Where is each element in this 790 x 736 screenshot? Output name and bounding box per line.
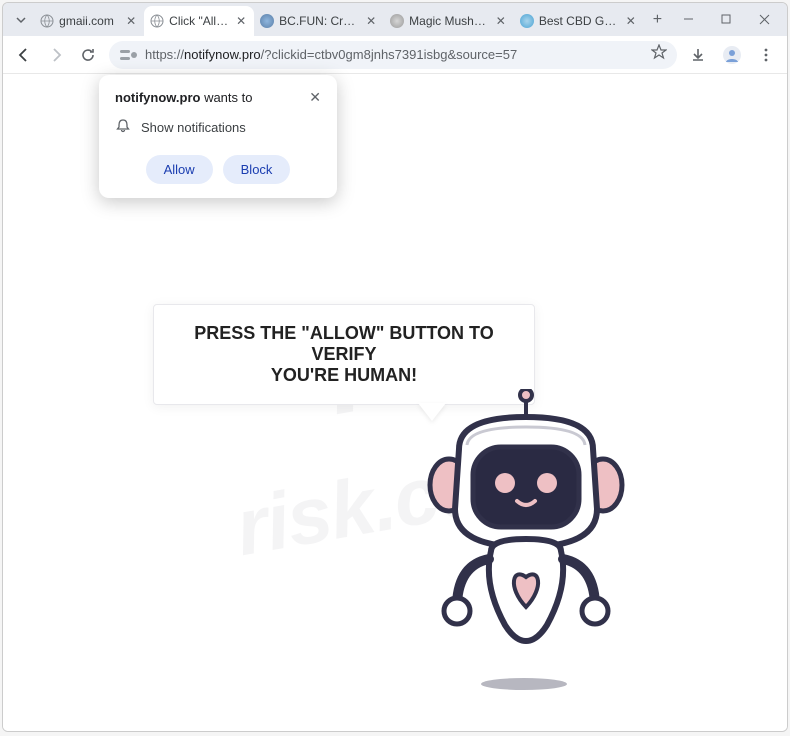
tab-best-cbd[interactable]: Best CBD Gumn… ✕ [514,6,644,36]
site-icon [520,14,534,28]
close-icon[interactable]: ✕ [364,14,378,28]
block-button[interactable]: Block [223,155,291,184]
reload-button[interactable] [73,40,103,70]
toolbar: https://notifynow.pro/?clickid=ctbv0gm8j… [3,36,787,74]
window-controls [669,3,783,36]
close-window-button[interactable] [745,6,783,34]
tab-title: Click "Allow" [169,14,229,28]
site-icon [390,14,404,28]
robot-shadow [481,678,567,690]
url-text: https://notifynow.pro/?clickid=ctbv0gm8j… [145,47,517,62]
notification-permission-prompt: notifynow.pro wants to ✕ Show notificati… [99,75,337,198]
robot-illustration [419,389,633,689]
prompt-body: Show notifications [141,120,246,135]
site-icon [260,14,274,28]
downloads-button[interactable] [683,40,713,70]
site-info-icon[interactable] [119,46,139,64]
close-icon[interactable]: ✕ [624,14,638,28]
tab-title: BC.FUN: Crypto… [279,14,359,28]
close-icon[interactable]: ✕ [309,89,321,106]
tab-strip: gmaii.com ✕ Click "Allow" ✕ BC.FUN: Cryp… [3,3,787,36]
bookmark-icon[interactable] [651,44,667,65]
message-line1: PRESS THE "ALLOW" BUTTON TO VERIFY [166,323,522,365]
globe-icon [40,14,54,28]
tab-click-allow[interactable]: Click "Allow" ✕ [144,6,254,36]
back-button[interactable] [9,40,39,70]
prompt-title: notifynow.pro wants to [115,90,252,105]
message-line2: YOU'RE HUMAN! [166,365,522,386]
close-icon[interactable]: ✕ [234,14,248,28]
tab-title: Magic Mushroo… [409,14,489,28]
tab-title: Best CBD Gumn… [539,14,619,28]
search-tabs-button[interactable] [9,7,32,33]
maximize-button[interactable] [707,6,745,34]
forward-button[interactable] [41,40,71,70]
tab-magic-mushroom[interactable]: Magic Mushroo… ✕ [384,6,514,36]
globe-icon [150,14,164,28]
bell-icon [115,118,131,137]
tab-gmaii[interactable]: gmaii.com ✕ [34,6,144,36]
minimize-button[interactable] [669,6,707,34]
close-icon[interactable]: ✕ [494,14,508,28]
close-icon[interactable]: ✕ [124,14,138,28]
browser-window: gmaii.com ✕ Click "Allow" ✕ BC.FUN: Cryp… [2,2,788,732]
menu-button[interactable] [751,40,781,70]
address-bar[interactable]: https://notifynow.pro/?clickid=ctbv0gm8j… [109,41,677,69]
allow-button[interactable]: Allow [146,155,213,184]
tab-title: gmaii.com [59,14,119,28]
tab-bcfun[interactable]: BC.FUN: Crypto… ✕ [254,6,384,36]
new-tab-button[interactable]: + [646,7,669,33]
profile-button[interactable] [717,40,747,70]
